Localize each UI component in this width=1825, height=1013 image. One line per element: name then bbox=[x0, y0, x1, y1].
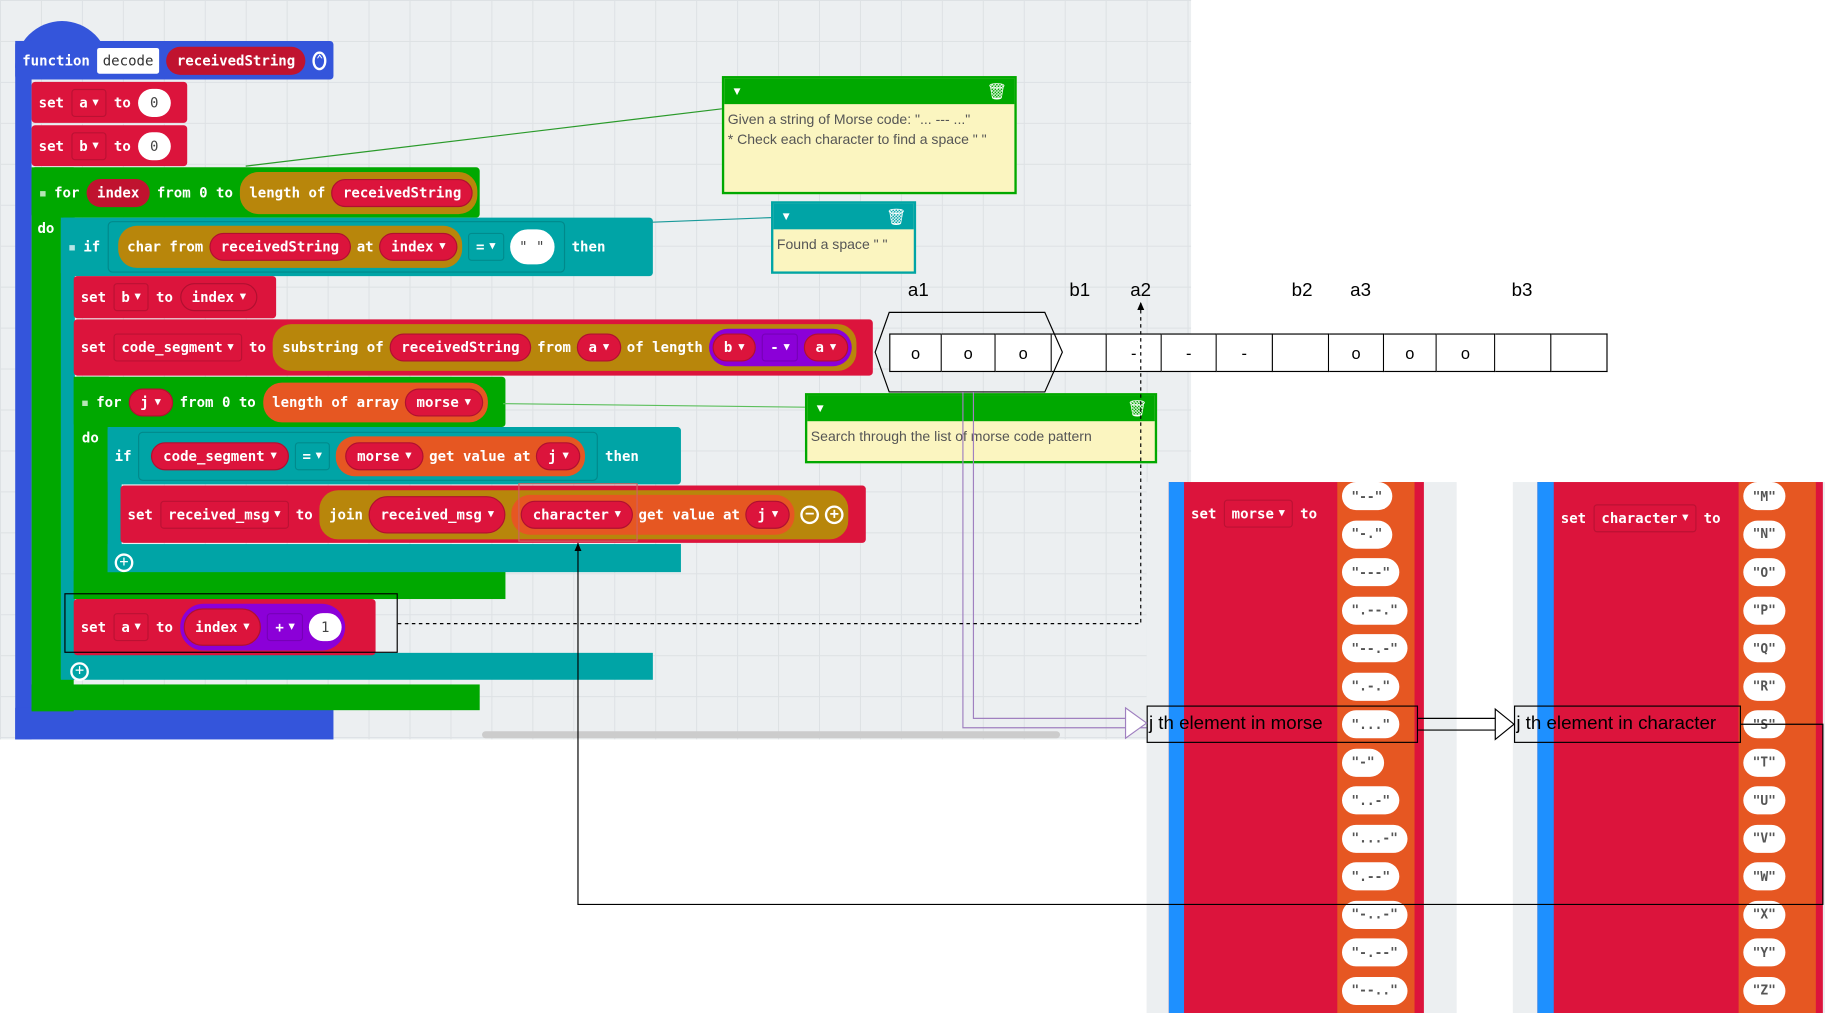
comment-link-2 bbox=[649, 217, 772, 223]
hexagon-highlight bbox=[874, 311, 1063, 393]
double-arrow bbox=[1418, 717, 1498, 731]
dotted-line bbox=[397, 301, 1145, 625]
purple-link bbox=[962, 391, 1147, 729]
annotation-lines bbox=[245, 108, 1824, 905]
comment-link-3 bbox=[503, 403, 805, 408]
comment-link-1 bbox=[245, 108, 722, 167]
feedback-line bbox=[574, 542, 1824, 905]
